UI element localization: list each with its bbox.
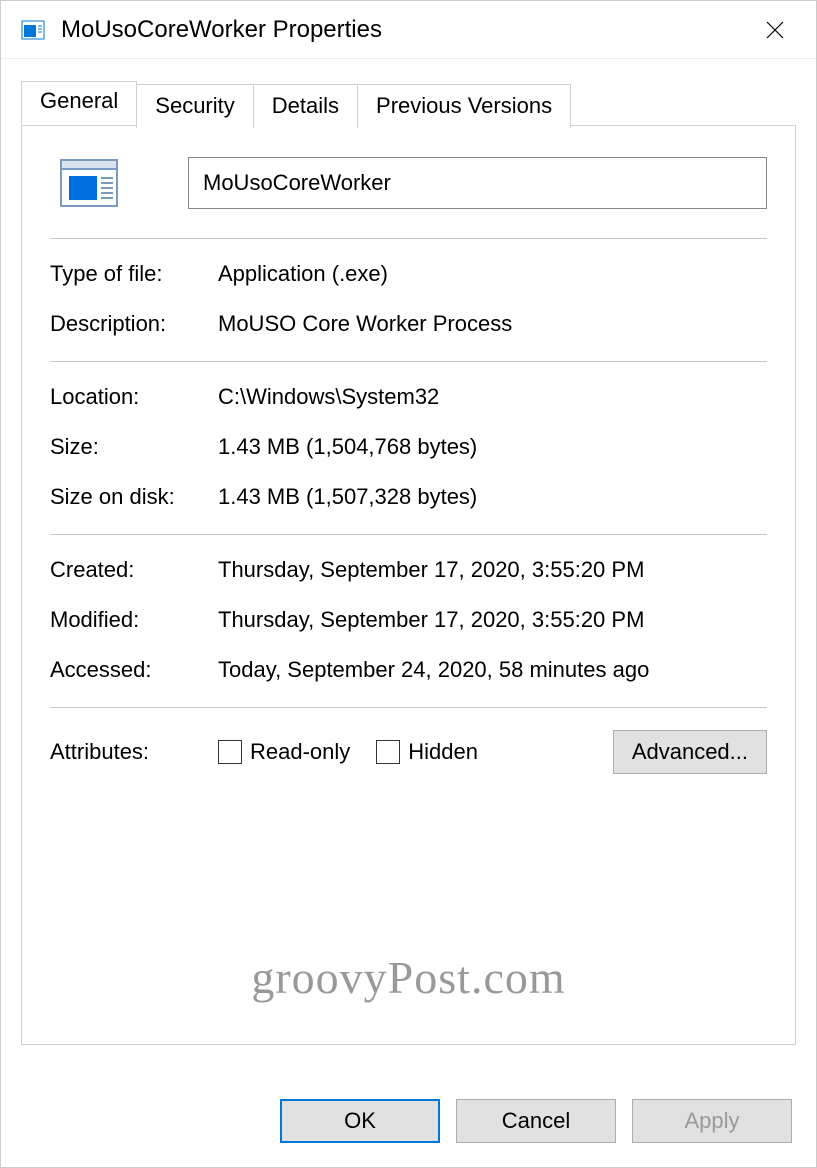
property-value: 1.43 MB (1,504,768 bytes) <box>218 434 767 460</box>
tab-label: General <box>40 88 118 113</box>
titlebar: MoUsoCoreWorker Properties <box>1 1 816 59</box>
tab-security[interactable]: Security <box>136 84 253 128</box>
filename-row <box>50 156 767 210</box>
ok-button[interactable]: OK <box>280 1099 440 1143</box>
property-label: Size on disk: <box>50 484 218 510</box>
divider <box>50 534 767 535</box>
checkbox-icon <box>218 740 242 764</box>
property-row: Location: C:\Windows\System32 <box>50 384 767 410</box>
tab-general[interactable]: General <box>21 81 137 125</box>
properties-window: MoUsoCoreWorker Properties General Secur… <box>0 0 817 1168</box>
advanced-button[interactable]: Advanced... <box>613 730 767 774</box>
attributes-label: Attributes: <box>50 739 218 765</box>
property-row: Modified: Thursday, September 17, 2020, … <box>50 607 767 633</box>
property-label: Type of file: <box>50 261 218 287</box>
property-label: Location: <box>50 384 218 410</box>
property-value: 1.43 MB (1,507,328 bytes) <box>218 484 767 510</box>
tab-label: Security <box>155 93 234 118</box>
property-value: Thursday, September 17, 2020, 3:55:20 PM <box>218 607 767 633</box>
body-area: General Security Details Previous Versio… <box>1 59 816 1079</box>
app-icon <box>19 16 47 44</box>
close-icon <box>766 21 784 39</box>
divider <box>50 361 767 362</box>
property-label: Accessed: <box>50 657 218 683</box>
footer-buttons: OK Cancel Apply <box>1 1079 816 1167</box>
property-row: Size on disk: 1.43 MB (1,507,328 bytes) <box>50 484 767 510</box>
tab-label: Details <box>272 93 339 118</box>
tab-label: Previous Versions <box>376 93 552 118</box>
divider <box>50 238 767 239</box>
property-value: Thursday, September 17, 2020, 3:55:20 PM <box>218 557 767 583</box>
property-row: Type of file: Application (.exe) <box>50 261 767 287</box>
checkbox-icon <box>376 740 400 764</box>
property-row: Size: 1.43 MB (1,504,768 bytes) <box>50 434 767 460</box>
property-row: Created: Thursday, September 17, 2020, 3… <box>50 557 767 583</box>
property-label: Size: <box>50 434 218 460</box>
tab-strip: General Security Details Previous Versio… <box>21 81 796 125</box>
checkbox-label: Hidden <box>408 739 478 765</box>
attributes-row: Attributes: Read-only Hidden Advanced... <box>50 730 767 774</box>
window-title: MoUsoCoreWorker Properties <box>61 16 750 44</box>
file-icon <box>50 156 128 210</box>
readonly-checkbox[interactable]: Read-only <box>218 739 350 765</box>
property-label: Created: <box>50 557 218 583</box>
property-value: C:\Windows\System32 <box>218 384 767 410</box>
property-value: MoUSO Core Worker Process <box>218 311 767 337</box>
close-button[interactable] <box>750 5 800 55</box>
tab-panel-general: Type of file: Application (.exe) Descrip… <box>21 125 796 1045</box>
property-label: Modified: <box>50 607 218 633</box>
property-value: Today, September 24, 2020, 58 minutes ag… <box>218 657 767 683</box>
property-value: Application (.exe) <box>218 261 767 287</box>
cancel-button[interactable]: Cancel <box>456 1099 616 1143</box>
property-row: Accessed: Today, September 24, 2020, 58 … <box>50 657 767 683</box>
divider <box>50 707 767 708</box>
apply-button[interactable]: Apply <box>632 1099 792 1143</box>
tab-details[interactable]: Details <box>253 84 358 128</box>
hidden-checkbox[interactable]: Hidden <box>376 739 478 765</box>
filename-input[interactable] <box>188 157 767 209</box>
property-row: Description: MoUSO Core Worker Process <box>50 311 767 337</box>
property-label: Description: <box>50 311 218 337</box>
checkbox-label: Read-only <box>250 739 350 765</box>
tab-previous-versions[interactable]: Previous Versions <box>357 84 571 128</box>
